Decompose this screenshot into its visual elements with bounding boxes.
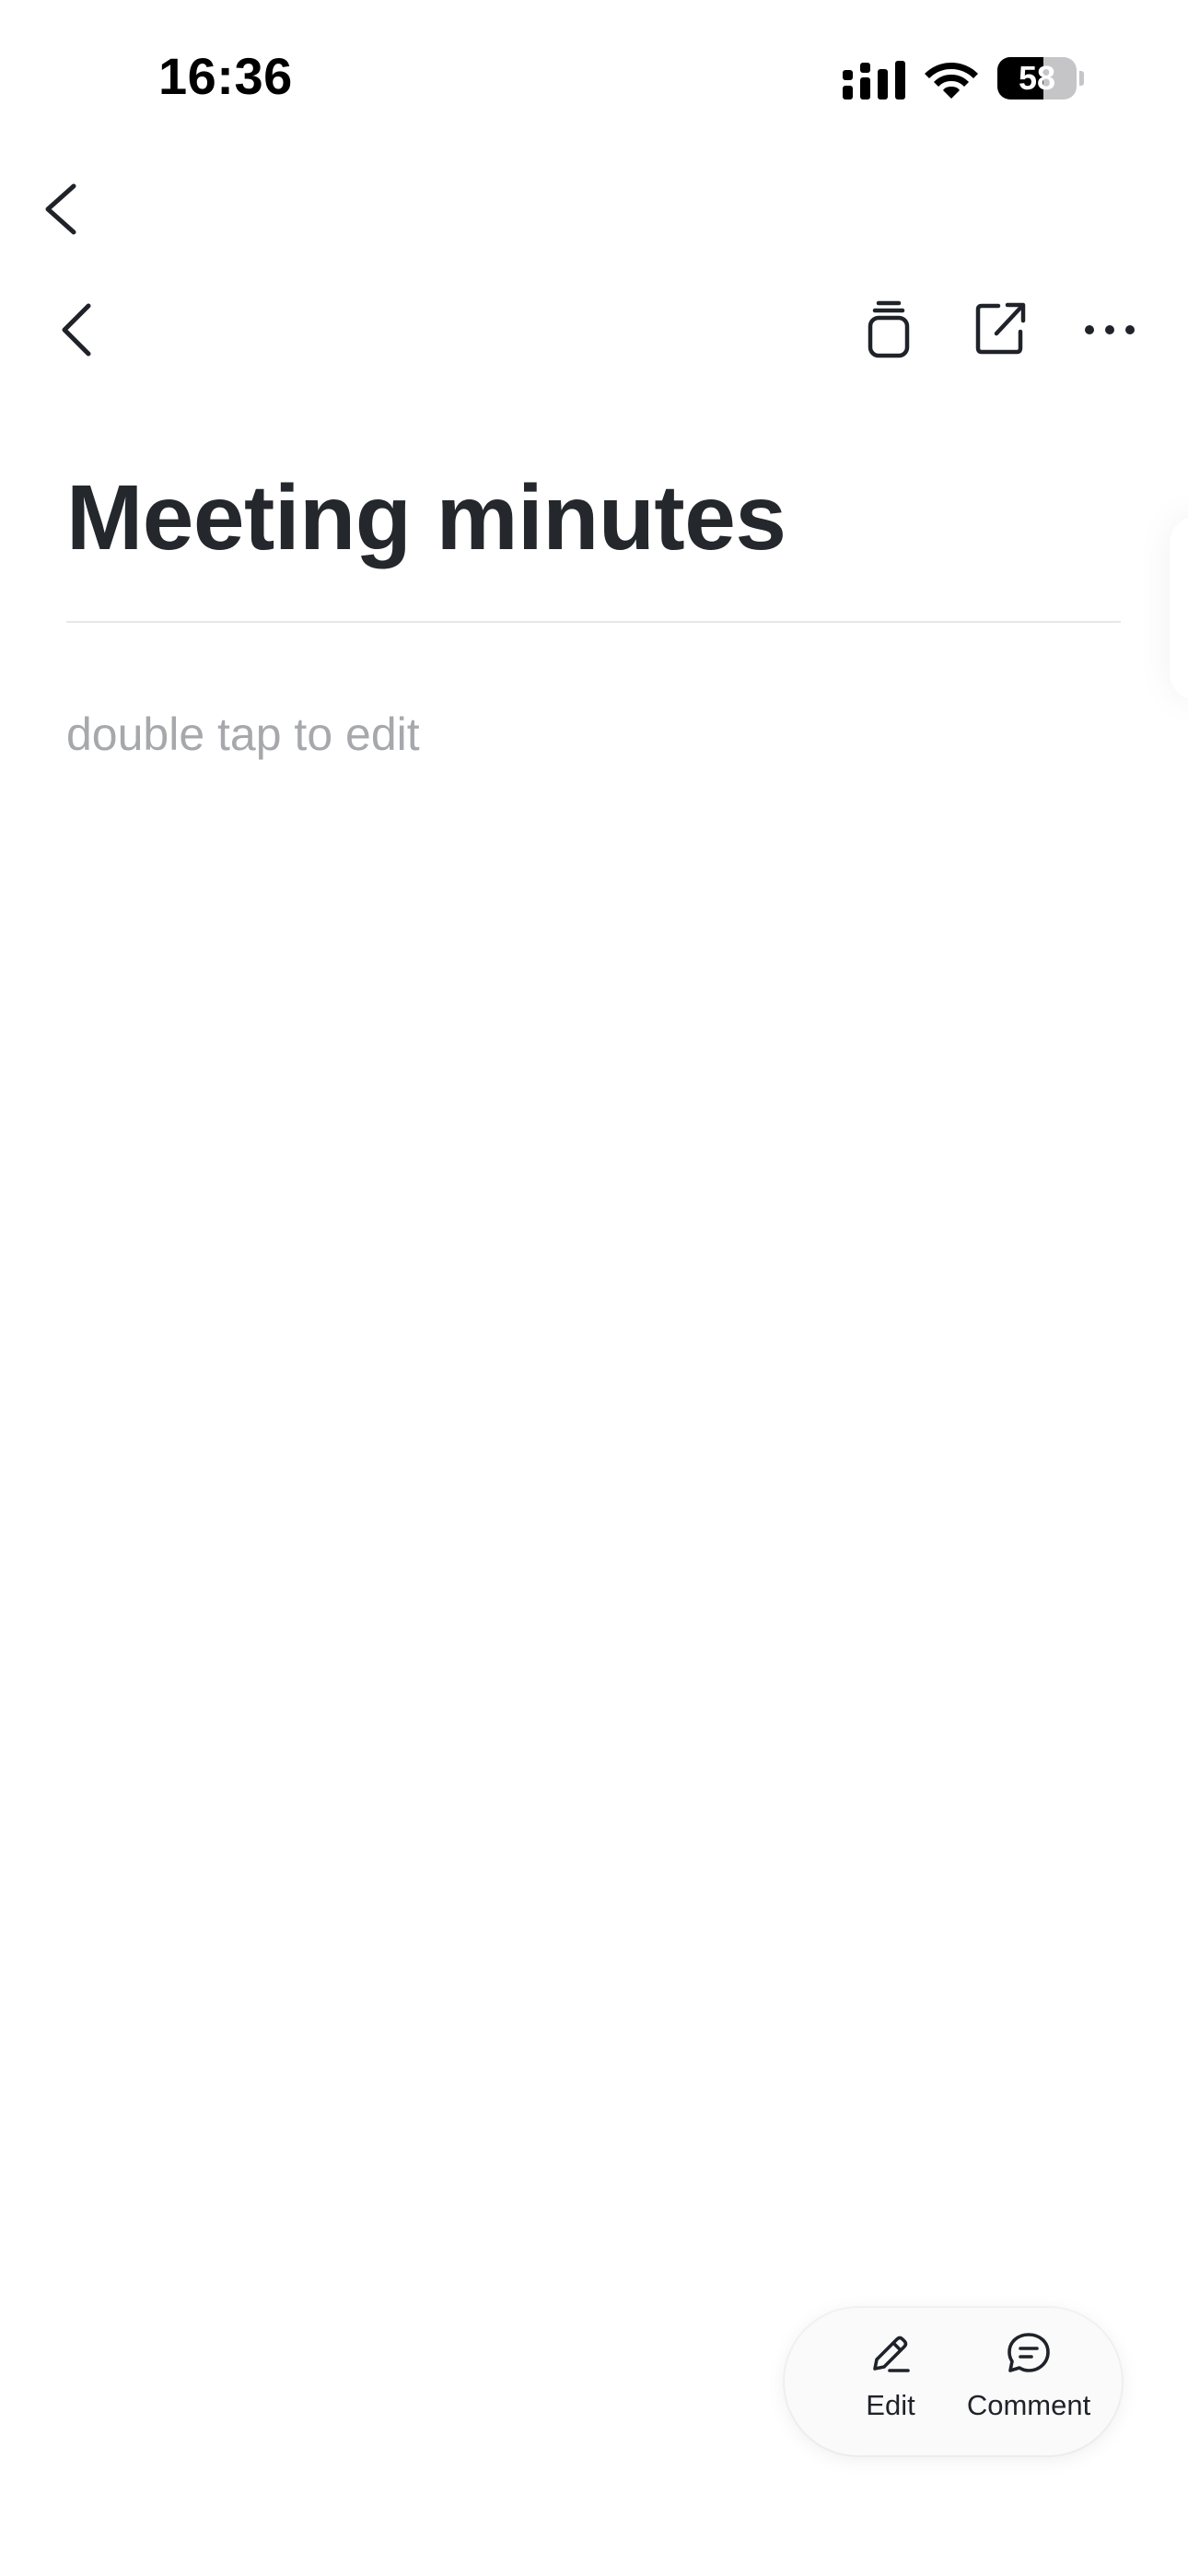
edit-label: Edit — [866, 2389, 915, 2421]
pages-button[interactable] — [847, 286, 930, 369]
document-body-placeholder[interactable]: double tap to edit — [66, 708, 420, 761]
status-bar: 16:36 58 — [0, 0, 1188, 157]
chevron-left-icon — [45, 183, 76, 235]
battery-level: 58 — [1018, 59, 1056, 97]
wifi-icon — [925, 63, 978, 99]
stacked-pages-icon — [868, 300, 910, 358]
document-toolbar — [0, 286, 1188, 378]
comment-button[interactable]: Comment — [955, 2328, 1102, 2439]
more-horizontal-icon — [1085, 325, 1135, 334]
comment-bubble-icon — [1007, 2333, 1050, 2372]
more-options-button[interactable] — [1068, 286, 1151, 369]
share-button[interactable] — [958, 286, 1041, 369]
chevron-left-icon — [62, 303, 91, 357]
cellular-signal-icon — [843, 61, 905, 100]
pencil-icon — [873, 2336, 910, 2372]
document-title[interactable]: Meeting minutes — [66, 465, 1116, 571]
status-time: 16:36 — [158, 47, 293, 105]
document-back-button[interactable] — [37, 286, 120, 369]
screen: 16:36 58 Meeting minutes double tap to e… — [0, 0, 1188, 2576]
floating-action-bar: Edit Comment — [785, 2308, 1122, 2455]
edge-shadow — [1170, 516, 1188, 700]
share-external-icon — [975, 302, 1026, 355]
app-back-button[interactable] — [28, 166, 101, 249]
battery-indicator: 58 — [997, 57, 1084, 100]
comment-label: Comment — [966, 2389, 1091, 2421]
edit-button[interactable]: Edit — [840, 2328, 941, 2439]
title-divider — [66, 621, 1121, 623]
